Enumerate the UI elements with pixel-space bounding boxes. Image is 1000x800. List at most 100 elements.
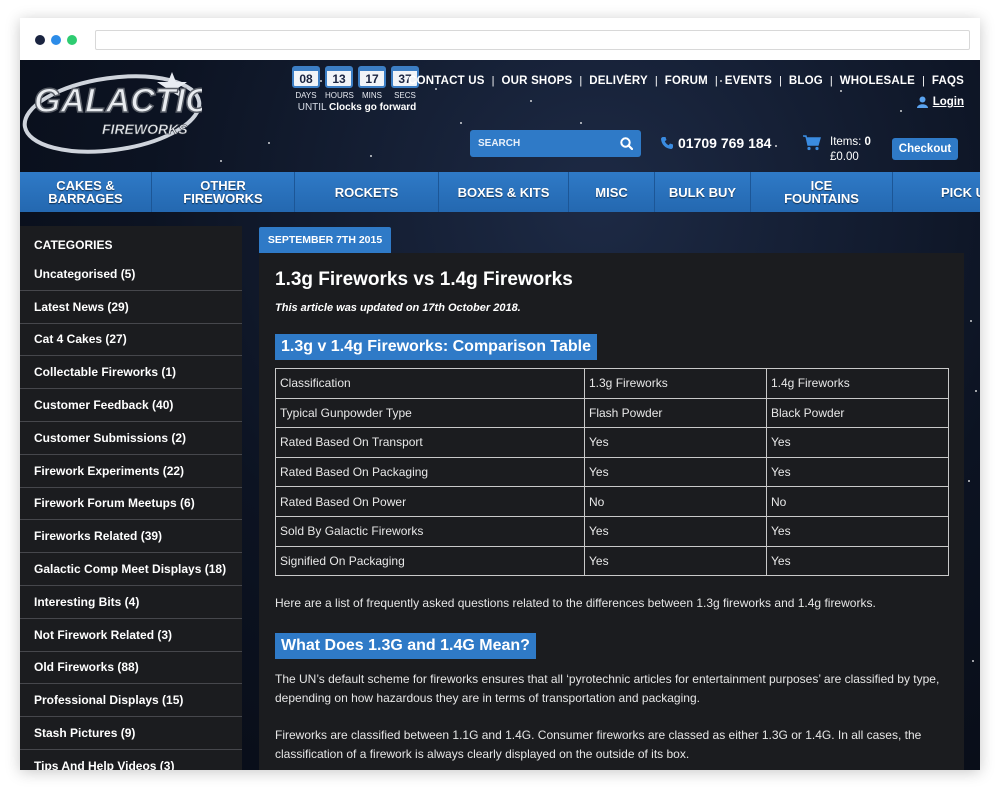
table-cell: Yes [584, 515, 767, 547]
address-bar[interactable] [95, 30, 970, 50]
comparison-table: Classification 1.3g Fireworks 1.4g Firewor… [275, 368, 949, 577]
cart-icon[interactable] [803, 135, 821, 151]
category-item[interactable]: Professional Displays (15) [20, 684, 242, 718]
table-cell: Sold By Galactic Fireworks [275, 515, 585, 547]
countdown-item: 13 HOURS [325, 66, 354, 100]
category-item[interactable]: Firework Forum Meetups (6) [20, 488, 242, 521]
login-link-group[interactable]: Login [916, 96, 964, 108]
countdown-item: 08 DAYS [292, 66, 320, 100]
search-input[interactable] [478, 138, 608, 149]
cart-items-label: Items: [830, 136, 862, 148]
mainnav-item-ice-fountains[interactable]: ICE FOUNTAINS [751, 172, 893, 212]
faq-heading: What Does 1.3G and 1.4G Mean? [275, 633, 536, 660]
mainnav-item-rockets[interactable]: ROCKETS [295, 172, 439, 212]
star [268, 142, 270, 144]
table-cell: Black Powder [766, 397, 949, 429]
phone-number[interactable]: 01709 769 184 [678, 135, 771, 151]
star [840, 90, 842, 92]
topnav-link-delivery[interactable]: DELIVERY [589, 75, 648, 87]
mainnav-item-boxes-kits[interactable]: BOXES & KITS [439, 172, 569, 212]
topnav-link-wholesale[interactable]: WHOLESALE [840, 75, 915, 87]
galactic-fireworks-logo[interactable]: GALACTIC FIREWORKS [22, 64, 202, 154]
table-row: Rated Based On Packaging Yes Yes [275, 456, 949, 488]
topnav-link-contact-us[interactable]: CONTACT US [408, 75, 485, 87]
star [370, 155, 372, 157]
cart-summary[interactable]: Items: 0 £0.00 [803, 135, 871, 165]
countdown-label: SECS [394, 91, 416, 100]
topnav-link-forum[interactable]: FORUM [665, 75, 708, 87]
faq-paragraph-1: The UN’s default scheme for fireworks en… [275, 672, 940, 706]
table-cell: No [584, 486, 767, 517]
countdown-until: UNTIL Clocks go forward [292, 102, 422, 113]
mainnav-item-misc[interactable]: MISC [569, 172, 655, 212]
countdown-timer: 08 DAYS 13 HOURS 17 MINS 37 SECS UNTIL Clocks g… [292, 66, 422, 113]
star [435, 88, 437, 90]
browser-window: GALACTIC FIREWORKS 08 DAYS 13 HOURS 17 MINS 37… [20, 18, 980, 770]
search-icon[interactable] [620, 137, 633, 150]
table-row: Classification 1.3g Fireworks 1.4g Firewor… [275, 368, 949, 399]
star [460, 122, 462, 124]
category-item[interactable]: Tips And Help Videos (3) [20, 750, 242, 770]
category-item[interactable]: Not Firework Related (3) [20, 619, 242, 652]
post-title: 1.3g Fireworks vs 1.4g Fireworks [275, 269, 573, 290]
category-item[interactable]: Firework Experiments (22) [20, 455, 242, 488]
cart-text: Items: 0 £0.00 [830, 135, 871, 165]
table-cell: 1.3g Fireworks [584, 368, 767, 399]
phone-number-group[interactable]: 01709 769 184 [660, 135, 771, 151]
table-cell: Classification [275, 368, 585, 399]
mainnav-item-bulk-buy[interactable]: BULK BUY [655, 172, 751, 212]
window-dot-green[interactable] [67, 35, 77, 45]
mainnav-item-pick-up-only[interactable]: PICK UP ONLY [893, 172, 980, 212]
countdown-value: 17 [358, 66, 386, 88]
category-item[interactable]: Fireworks Related (39) [20, 520, 242, 554]
search-box[interactable] [470, 130, 641, 157]
category-item[interactable]: Interesting Bits (4) [20, 586, 242, 619]
mainnav-item-other-fireworks[interactable]: OTHER FIREWORKS [152, 172, 295, 212]
checkout-button[interactable]: Checkout [892, 138, 958, 160]
nav-separator: | [714, 75, 718, 87]
table-row: Sold By Galactic Fireworks Yes Yes [275, 515, 949, 547]
intro-paragraph: Here are a list of frequently asked ques… [275, 596, 876, 611]
countdown-event: Clocks go forward [329, 102, 417, 113]
mainnav-item-cakes-barrages[interactable]: CAKES & BARRAGES [20, 172, 152, 212]
topnav-link-faqs[interactable]: FAQS [932, 75, 964, 87]
table-row: Typical Gunpowder Type Flash Powder Black … [275, 397, 949, 429]
table-row: Signified On Packaging Yes Yes [275, 545, 949, 577]
category-item[interactable]: Cat 4 Cakes (27) [20, 324, 242, 357]
countdown-label: DAYS [295, 91, 317, 100]
category-item[interactable]: Latest News (29) [20, 291, 242, 324]
post-updated-note: This article was updated on 17th October… [275, 302, 521, 314]
table-cell: 1.4g Fireworks [766, 368, 949, 399]
window-dot-blue[interactable] [51, 35, 61, 45]
category-item[interactable]: Customer Submissions (2) [20, 422, 242, 455]
table-cell: No [766, 486, 949, 517]
table-row: Rated Based On Transport Yes Yes [275, 427, 949, 458]
table-cell: Yes [584, 456, 767, 488]
category-item[interactable]: Customer Feedback (40) [20, 389, 242, 422]
star [775, 145, 777, 147]
table-cell: Typical Gunpowder Type [275, 397, 585, 429]
browser-chrome [20, 18, 980, 60]
category-item[interactable]: Galactic Comp Meet Displays (18) [20, 553, 242, 586]
website: GALACTIC FIREWORKS 08 DAYS 13 HOURS 17 MINS 37… [20, 60, 980, 770]
category-list: Uncategorised (5) Latest News (29) Cat 4 C… [20, 258, 242, 770]
topnav-link-our-shops[interactable]: OUR SHOPS [502, 75, 573, 87]
table-cell: Yes [584, 427, 767, 458]
table-cell: Yes [766, 515, 949, 547]
phone-icon [661, 137, 673, 149]
category-item[interactable]: Collectable Fireworks (1) [20, 356, 242, 390]
countdown-label: HOURS [325, 91, 354, 100]
topnav-link-events[interactable]: EVENTS [725, 75, 772, 87]
category-item[interactable]: Stash Pictures (9) [20, 717, 242, 750]
post-content: 1.3g Fireworks vs 1.4g Fireworks This ar… [259, 253, 964, 770]
window-dot-dark[interactable] [35, 35, 45, 45]
category-item[interactable]: Old Fireworks (88) [20, 652, 242, 685]
table-cell: Yes [766, 427, 949, 458]
table-cell: Signified On Packaging [275, 545, 585, 577]
topnav-link-blog[interactable]: BLOG [789, 75, 823, 87]
login-link[interactable]: Login [933, 96, 964, 108]
star [972, 660, 974, 662]
cart-total: £0.00 [830, 151, 859, 163]
nav-separator: | [654, 75, 658, 87]
category-item[interactable]: Uncategorised (5) [20, 258, 242, 291]
